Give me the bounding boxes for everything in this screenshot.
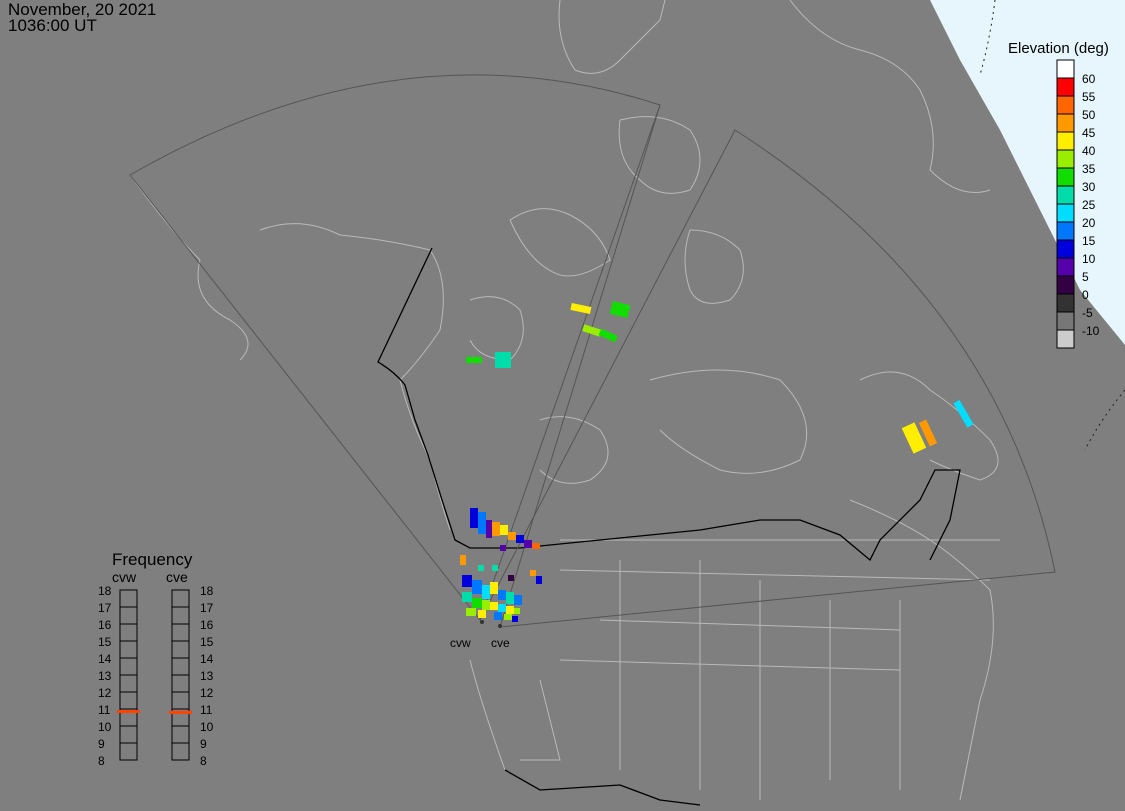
- legend-label: 25: [1082, 198, 1096, 212]
- frequency-cell: [171, 691, 190, 710]
- frequency-cell: [119, 742, 138, 761]
- colorbar-swatch: [1056, 293, 1075, 313]
- frequency-cell: [171, 606, 190, 625]
- site-marker-cve: [498, 624, 502, 628]
- frequency-cell: [119, 623, 138, 642]
- frequency-tick-label: 10: [98, 720, 112, 734]
- frequency-cell: [171, 657, 190, 676]
- colorbar-swatch: [1056, 203, 1075, 223]
- frequency-tick-label: 14: [98, 652, 112, 666]
- colorbar-swatch: [1056, 131, 1075, 151]
- frequency-cell: [171, 742, 190, 761]
- colorbar-swatch: [1056, 311, 1075, 331]
- radar-fov: [129, 74, 1056, 628]
- frequency-tick-label: 17: [200, 601, 214, 615]
- legend-label: 60: [1082, 72, 1096, 86]
- frequency-cell: [119, 674, 138, 693]
- colorbar-swatch: [1056, 329, 1075, 349]
- frequency-cell: [119, 691, 138, 710]
- frequency-tick-label: 11: [98, 703, 111, 717]
- legend-label: 0: [1082, 288, 1089, 302]
- frequency-tick-label: 9: [200, 737, 207, 751]
- frequency-gauges: [117, 589, 192, 761]
- frequency-tick-label: 14: [200, 652, 214, 666]
- site-marker-cvw: [480, 620, 484, 624]
- legend-label: 5: [1082, 270, 1089, 284]
- frequency-cell: [171, 589, 190, 608]
- colorbar-swatch: [1056, 149, 1075, 169]
- time-label: 1036:00 UT: [8, 16, 97, 35]
- legend-label: 30: [1082, 180, 1096, 194]
- frequency-cell: [119, 725, 138, 744]
- legend-title: Elevation (deg): [1008, 40, 1109, 57]
- scatter-echoes: [466, 301, 974, 454]
- legend-label: 20: [1082, 216, 1096, 230]
- colorbar-swatch: [1056, 239, 1075, 259]
- frequency-tick-label: 8: [200, 754, 207, 768]
- legend-label: -10: [1082, 324, 1100, 338]
- frequency-cell: [119, 640, 138, 659]
- frequency-title: Frequency: [112, 550, 193, 569]
- country-borders: [377, 247, 961, 806]
- legend-label: 45: [1082, 126, 1096, 140]
- frequency-cell: [171, 674, 190, 693]
- legend-label: 15: [1082, 234, 1096, 248]
- legend-label: 40: [1082, 144, 1096, 158]
- site-label-cvw: cvw: [450, 636, 471, 650]
- frequency-tick-label: 9: [98, 737, 105, 751]
- frequency-tick-label: 18: [98, 584, 112, 598]
- legend-label: 35: [1082, 162, 1096, 176]
- frequency-tick-label: 13: [200, 669, 214, 683]
- frequency-tick-label: 16: [98, 618, 112, 632]
- elevation-colorbar: [1056, 59, 1075, 349]
- frequency-tick-label: 12: [200, 686, 214, 700]
- frequency-tick-label: 17: [98, 601, 112, 615]
- map-viewer: November, 20 2021 1036:00 UT Elevation (…: [0, 0, 1125, 811]
- site-label-cve: cve: [491, 636, 510, 650]
- colorbar-swatch: [1056, 113, 1075, 133]
- frequency-cell: [171, 623, 190, 642]
- frequency-tick-label: 8: [98, 754, 105, 768]
- frequency-tick-label: 15: [200, 635, 214, 649]
- colorbar-swatch: [1056, 275, 1075, 295]
- coastlines: [129, 0, 1000, 801]
- legend-label: -5: [1082, 306, 1093, 320]
- radar-name-cve: cve: [166, 569, 188, 585]
- colorbar-swatch: [1056, 77, 1075, 97]
- colorbar-swatch: [1056, 257, 1075, 277]
- legend-label: 10: [1082, 252, 1096, 266]
- frequency-tick-label: 16: [200, 618, 214, 632]
- frequency-tick-label: 11: [200, 703, 213, 717]
- radar-name-cvw: cvw: [112, 569, 137, 585]
- frequency-tick-label: 10: [200, 720, 214, 734]
- colorbar-swatch: [1056, 221, 1075, 241]
- frequency-marker: [117, 710, 140, 714]
- frequency-cell: [171, 640, 190, 659]
- legend-label: 50: [1082, 108, 1096, 122]
- map-canvas: [117, 0, 1125, 806]
- frequency-cell: [119, 657, 138, 676]
- frequency-cell: [119, 589, 138, 608]
- frequency-tick-label: 15: [98, 635, 112, 649]
- frequency-tick-label: 12: [98, 686, 112, 700]
- colorbar-swatch: [1056, 185, 1075, 205]
- frequency-cell: [119, 606, 138, 625]
- colorbar-swatch: [1056, 167, 1075, 187]
- colorbar-swatch-top: [1056, 59, 1075, 79]
- frequency-cell: [171, 725, 190, 744]
- colorbar-swatch: [1056, 95, 1075, 115]
- frequency-tick-label: 18: [200, 584, 214, 598]
- frequency-tick-label: 13: [98, 669, 112, 683]
- legend-label: 55: [1082, 90, 1096, 104]
- frequency-marker: [169, 710, 192, 714]
